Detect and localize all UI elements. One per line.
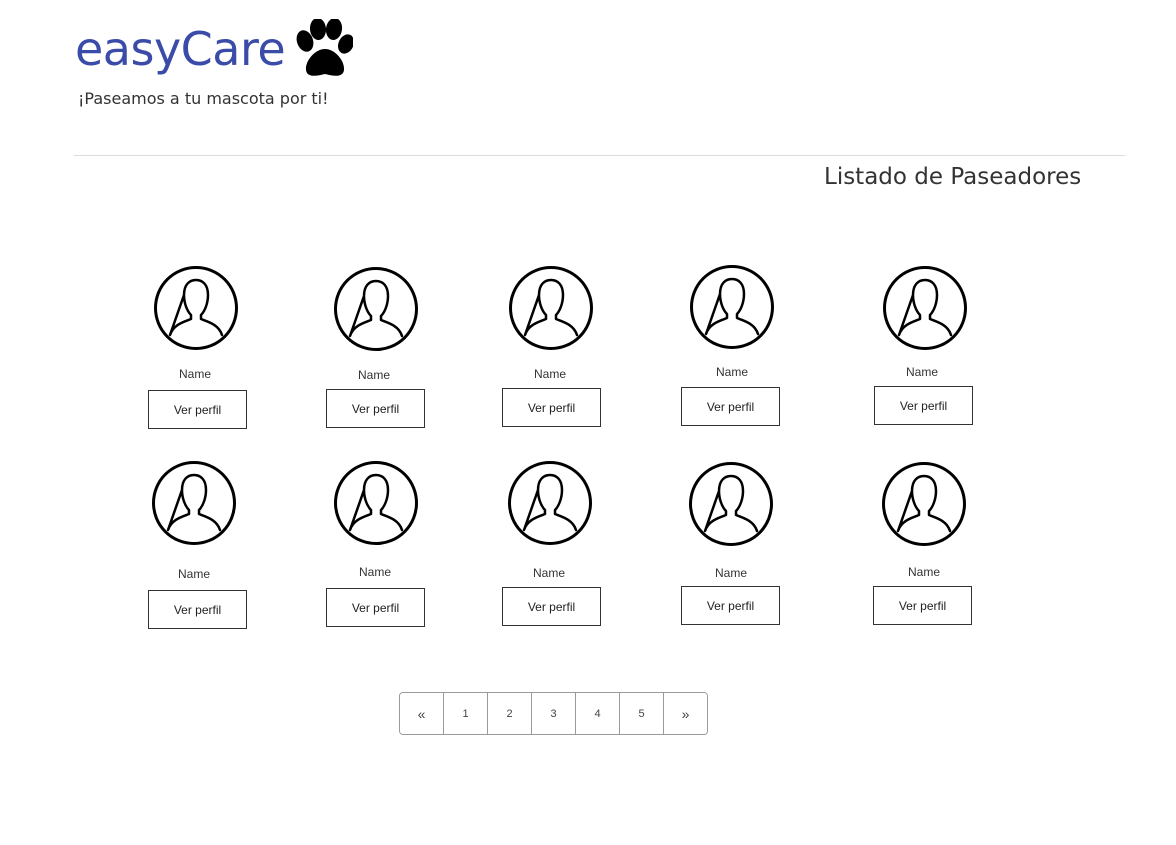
ver-perfil-button[interactable]: Ver perfil [326, 588, 425, 627]
walker-name: Name [532, 566, 565, 580]
ver-perfil-button[interactable]: Ver perfil [873, 586, 972, 625]
ver-perfil-button[interactable]: Ver perfil [681, 586, 780, 625]
pagination-page-1[interactable]: 1 [443, 693, 487, 734]
pagination: « 1 2 3 4 5 » [399, 692, 708, 735]
walker-name: Name [907, 565, 940, 579]
ver-perfil-button[interactable]: Ver perfil [681, 387, 780, 426]
ver-perfil-button[interactable]: Ver perfil [502, 388, 601, 427]
pagination-page-4[interactable]: 4 [575, 693, 619, 734]
pagination-page-2[interactable]: 2 [487, 693, 531, 734]
walker-name: Name [357, 368, 390, 382]
user-avatar-icon [508, 461, 592, 545]
ver-perfil-button[interactable]: Ver perfil [148, 590, 247, 629]
walker-name: Name [905, 365, 938, 379]
walker-name: Name [715, 365, 748, 379]
pagination-page-3[interactable]: 3 [531, 693, 575, 734]
pagination-page-5[interactable]: 5 [619, 693, 663, 734]
ver-perfil-button[interactable]: Ver perfil [874, 386, 973, 425]
user-avatar-icon [152, 461, 236, 545]
paw-icon [296, 19, 354, 76]
user-avatar-icon [883, 266, 967, 350]
walker-name: Name [533, 367, 566, 381]
user-avatar-icon [334, 461, 418, 545]
pagination-next-button[interactable]: » [663, 693, 707, 734]
user-avatar-icon [509, 266, 593, 350]
user-avatar-icon [334, 267, 418, 351]
user-avatar-icon [689, 462, 773, 546]
tagline: ¡Paseamos a tu mascota por ti! [78, 89, 329, 108]
ver-perfil-button[interactable]: Ver perfil [148, 390, 247, 429]
header-divider [74, 155, 1125, 156]
ver-perfil-button[interactable]: Ver perfil [502, 587, 601, 626]
page-title: Listado de Paseadores [824, 164, 1082, 190]
ver-perfil-button[interactable]: Ver perfil [326, 389, 425, 428]
brand[interactable]: easyCare [75, 18, 354, 80]
user-avatar-icon [882, 462, 966, 546]
walker-name: Name [177, 567, 210, 581]
walker-name: Name [714, 566, 747, 580]
pagination-prev-button[interactable]: « [400, 693, 443, 734]
user-avatar-icon [154, 266, 238, 350]
brand-name: easyCare [75, 22, 286, 76]
walker-name: Name [358, 565, 391, 579]
walker-name: Name [178, 367, 211, 381]
user-avatar-icon [690, 265, 774, 349]
